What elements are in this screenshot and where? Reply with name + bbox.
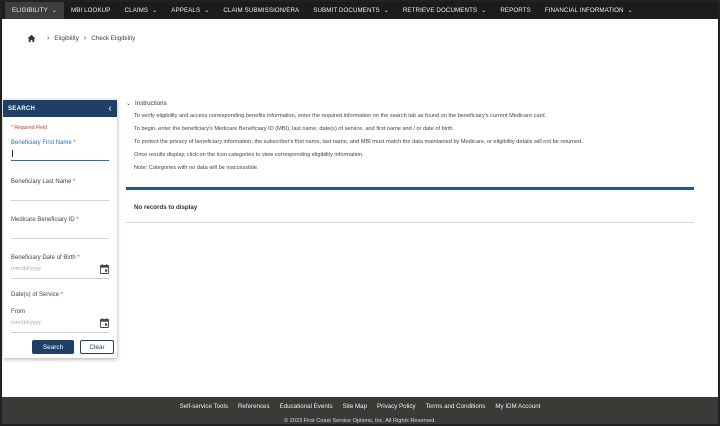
- text-caret: [12, 150, 13, 157]
- required-field-note: * Required Field: [11, 125, 47, 131]
- breadcrumb-check-eligibility: Check Eligibility: [91, 35, 136, 42]
- footer-link-site-map[interactable]: Site Map: [343, 403, 367, 410]
- nav-reports[interactable]: REPORTS: [493, 2, 538, 19]
- footer-link-self-service-tools[interactable]: Self-service Tools: [180, 403, 228, 410]
- footer-link-privacy-policy[interactable]: Privacy Policy: [377, 403, 416, 410]
- nav-label: REPORTS: [500, 7, 531, 14]
- mbi-label: Medicare Beneficiary ID: [11, 217, 75, 223]
- nav-label: APPEALS: [171, 7, 201, 14]
- chevron-down-icon: ⌄: [152, 8, 158, 14]
- nav-retrieve-documents[interactable]: RETRIEVE DOCUMENTS ⌄: [396, 2, 493, 19]
- nav-mbi-lookup[interactable]: MBI LOOKUP: [64, 2, 118, 19]
- calendar-icon[interactable]: [100, 264, 109, 274]
- instructions-toggle[interactable]: ⌄ Instructions: [126, 100, 167, 107]
- top-nav: ELIGIBILITY ⌄ MBI LOOKUP CLAIMS ⌄ APPEALS ⌄…: [2, 2, 718, 19]
- clear-button[interactable]: Clear: [80, 340, 114, 354]
- search-panel-header: SEARCH ‹: [3, 100, 117, 117]
- no-records-message: No records to display: [134, 204, 198, 211]
- mbi-field[interactable]: Medicare Beneficiary ID *: [11, 217, 109, 239]
- chevron-right-icon: ›: [83, 35, 87, 42]
- footer-link-references[interactable]: References: [238, 403, 270, 410]
- instruction-line: To begin, enter the beneficiary's Medica…: [134, 126, 455, 132]
- nav-appeals[interactable]: APPEALS ⌄: [164, 2, 216, 19]
- nav-label: FINANCIAL INFORMATION: [544, 7, 624, 14]
- nav-financial-information[interactable]: FINANCIAL INFORMATION ⌄: [538, 2, 640, 19]
- footer: Self-service Tools References Educationa…: [2, 397, 718, 424]
- last-name-field[interactable]: Beneficiary Last Name *: [11, 179, 109, 201]
- instructions-heading: Instructions: [135, 100, 167, 107]
- chevron-down-icon: ⌄: [126, 101, 132, 107]
- instruction-line: To protect the privacy of beneficiary in…: [134, 139, 583, 145]
- first-name-underline: [11, 160, 109, 161]
- footer-link-terms[interactable]: Terms and Conditions: [426, 403, 486, 410]
- search-actions: Search Clear: [3, 340, 117, 354]
- home-icon[interactable]: [27, 34, 36, 43]
- dos-from-underline: [11, 332, 109, 333]
- last-name-label: Beneficiary Last Name: [11, 179, 72, 185]
- search-button[interactable]: Search: [32, 340, 74, 354]
- chevron-down-icon: ⌄: [481, 8, 487, 14]
- nav-submit-documents[interactable]: SUBMIT DOCUMENTS ⌄: [306, 2, 396, 19]
- nav-claim-submission[interactable]: CLAIM SUBMISSION/ERA: [216, 2, 306, 19]
- nav-eligibility[interactable]: ELIGIBILITY ⌄: [5, 2, 64, 19]
- instruction-line: Once results display, click on the icon …: [134, 152, 364, 158]
- mbi-underline: [11, 238, 109, 239]
- last-name-underline: [11, 200, 109, 201]
- dos-label: Date(s) of Service: [11, 292, 60, 298]
- breadcrumb: › Eligibility › Check Eligibility: [27, 34, 135, 43]
- footer-links: Self-service Tools References Educationa…: [2, 403, 718, 410]
- nav-label: ELIGIBILITY: [12, 7, 48, 14]
- nav-label: CLAIMS: [124, 7, 149, 14]
- nav-label: RETRIEVE DOCUMENTS: [402, 7, 478, 14]
- footer-link-my-idm-account[interactable]: My IDM Account: [495, 403, 540, 410]
- nav-claims[interactable]: CLAIMS ⌄: [118, 2, 165, 19]
- search-panel: SEARCH ‹ * Required Field Beneficiary Fi…: [3, 100, 117, 358]
- dob-placeholder: mm/dd/yyyy: [11, 266, 41, 272]
- footer-link-educational-events[interactable]: Educational Events: [280, 403, 333, 410]
- instruction-line: To verify eligibility and access corresp…: [134, 113, 547, 119]
- chevron-right-icon: ›: [47, 35, 50, 42]
- nav-label: MBI LOOKUP: [70, 7, 111, 14]
- chevron-down-icon: ⌄: [51, 8, 57, 14]
- first-name-field[interactable]: Beneficiary First Name *: [11, 140, 109, 162]
- chevron-down-icon: ⌄: [204, 8, 210, 14]
- chevron-left-icon[interactable]: ‹: [108, 103, 112, 114]
- chevron-down-icon: ⌄: [383, 8, 389, 14]
- instruction-line: Note: Categories with no data will be in…: [134, 165, 259, 171]
- breadcrumb-eligibility[interactable]: Eligibility: [54, 35, 79, 42]
- dos-field-label-wrap: Date(s) of Service *: [11, 292, 64, 298]
- dob-label: Beneficiary Date of Birth: [11, 255, 76, 261]
- chevron-down-icon: ⌄: [627, 8, 633, 14]
- copyright: © 2023 First Coast Service Options, Inc.…: [284, 418, 436, 424]
- nav-label: SUBMIT DOCUMENTS: [313, 7, 380, 14]
- calendar-icon[interactable]: [100, 318, 109, 328]
- results-panel: No records to display: [126, 187, 694, 223]
- nav-label: CLAIM SUBMISSION/ERA: [223, 7, 300, 14]
- dos-from-field[interactable]: mm/dd/yyyy: [11, 315, 109, 333]
- dob-underline: [11, 278, 109, 279]
- dos-from-placeholder: mm/dd/yyyy: [11, 320, 41, 326]
- search-panel-title: SEARCH: [8, 105, 36, 112]
- first-name-label: Beneficiary First Name: [11, 140, 72, 146]
- dob-field[interactable]: Beneficiary Date of Birth * mm/dd/yyyy: [11, 255, 109, 279]
